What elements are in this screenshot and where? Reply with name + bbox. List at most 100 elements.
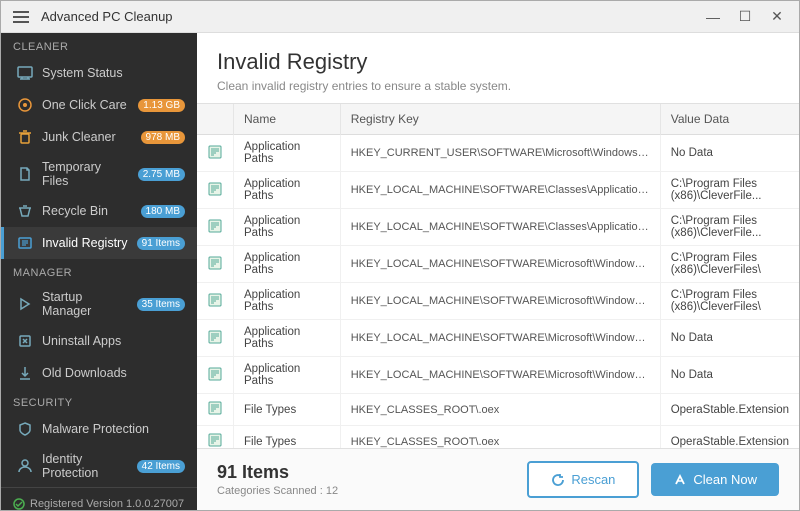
row-icon-cell	[197, 357, 234, 394]
row-name: Application Paths	[234, 357, 341, 394]
sidebar-item-one-click-care[interactable]: One Click Care 1.13 GB	[1, 89, 197, 121]
row-value: C:\Program Files (x86)\CleverFiles\	[660, 283, 799, 320]
sidebar-item-temporary-files[interactable]: Temporary Files 2.75 MB	[1, 153, 197, 195]
row-key: HKEY_LOCAL_MACHINE\SOFTWARE\Microsoft\Wi…	[340, 320, 660, 357]
row-key: HKEY_CLASSES_ROOT\.oex	[340, 394, 660, 426]
maximize-button[interactable]: ☐	[731, 7, 759, 27]
registry-table-body: Application PathsHKEY_CURRENT_USER\SOFTW…	[197, 135, 799, 449]
junk-icon	[16, 128, 34, 146]
registry-row-icon	[207, 329, 223, 345]
window-controls: — ☐ ✕	[699, 7, 791, 27]
table-row: Application PathsHKEY_LOCAL_MACHINE\SOFT…	[197, 357, 799, 394]
col-header-key: Registry Key	[340, 104, 660, 135]
close-button[interactable]: ✕	[763, 7, 791, 27]
minimize-button[interactable]: —	[699, 7, 727, 27]
table-row: Application PathsHKEY_LOCAL_MACHINE\SOFT…	[197, 209, 799, 246]
identity-icon	[16, 457, 34, 475]
row-key: HKEY_LOCAL_MACHINE\SOFTWARE\Classes\Appl…	[340, 209, 660, 246]
row-key: HKEY_LOCAL_MACHINE\SOFTWARE\Microsoft\Wi…	[340, 283, 660, 320]
rescan-button[interactable]: Rescan	[527, 461, 639, 498]
sidebar-item-old-downloads[interactable]: Old Downloads	[1, 357, 197, 389]
registry-row-icon	[207, 366, 223, 382]
row-name: File Types	[234, 394, 341, 426]
row-value: C:\Program Files (x86)\CleverFile...	[660, 172, 799, 209]
hamburger-menu[interactable]	[9, 7, 33, 27]
page-subtitle: Clean invalid registry entries to ensure…	[217, 79, 779, 93]
table-row: File TypesHKEY_CLASSES_ROOT\.oexOperaSta…	[197, 394, 799, 426]
row-name: Application Paths	[234, 209, 341, 246]
row-icon-cell	[197, 320, 234, 357]
sidebar-label-system-status: System Status	[42, 66, 185, 80]
sidebar-label-junk-cleaner: Junk Cleaner	[42, 130, 133, 144]
registry-row-icon	[207, 400, 223, 416]
footer-info: 91 Items Categories Scanned : 12	[217, 462, 338, 497]
table-row: Application PathsHKEY_LOCAL_MACHINE\SOFT…	[197, 320, 799, 357]
sidebar-label-malware-protection: Malware Protection	[42, 422, 185, 436]
content-header: Invalid Registry Clean invalid registry …	[197, 33, 799, 104]
col-header-value: Value Data	[660, 104, 799, 135]
row-value: No Data	[660, 320, 799, 357]
row-name: Application Paths	[234, 172, 341, 209]
sidebar-label-temporary-files: Temporary Files	[42, 160, 130, 188]
table-header-row: Name Registry Key Value Data	[197, 104, 799, 135]
row-value: No Data	[660, 135, 799, 172]
sidebar-item-uninstall-apps[interactable]: Uninstall Apps	[1, 325, 197, 357]
row-icon-cell	[197, 426, 234, 449]
row-icon-cell	[197, 283, 234, 320]
row-key: HKEY_CURRENT_USER\SOFTWARE\Microsoft\Win…	[340, 135, 660, 172]
security-section-label: Security	[1, 389, 197, 413]
sidebar-item-invalid-registry[interactable]: Invalid Registry 91 Items	[1, 227, 197, 259]
main-window: Advanced PC Cleanup — ☐ ✕ Cleaner	[0, 0, 800, 511]
sidebar-badge-invalid-registry: 91 Items	[137, 237, 185, 250]
titlebar-left: Advanced PC Cleanup	[9, 7, 173, 27]
row-name: Application Paths	[234, 283, 341, 320]
sidebar-label-invalid-registry: Invalid Registry	[42, 236, 129, 250]
sidebar-label-startup-manager: Startup Manager	[42, 290, 129, 318]
rescan-label: Rescan	[571, 472, 615, 487]
row-value: No Data	[660, 357, 799, 394]
row-icon-cell	[197, 246, 234, 283]
manager-section-label: Manager	[1, 259, 197, 283]
sidebar-item-identity-protection[interactable]: Identity Protection 42 Items	[1, 445, 197, 487]
col-header-name: Name	[234, 104, 341, 135]
download-icon	[16, 364, 34, 382]
page-title: Invalid Registry	[217, 49, 779, 75]
footer-actions: Rescan Clean Now	[527, 461, 779, 498]
registry-icon	[16, 234, 34, 252]
sidebar-label-one-click-care: One Click Care	[42, 98, 130, 112]
sidebar-badge-startup-manager: 35 Items	[137, 298, 185, 311]
registry-row-icon	[207, 181, 223, 197]
row-value: C:\Program Files (x86)\CleverFile...	[660, 209, 799, 246]
categories-scanned: Categories Scanned : 12	[217, 485, 338, 497]
sidebar-item-system-status[interactable]: System Status	[1, 57, 197, 89]
row-key: HKEY_LOCAL_MACHINE\SOFTWARE\Microsoft\Wi…	[340, 357, 660, 394]
sidebar-item-recycle-bin[interactable]: Recycle Bin 180 MB	[1, 195, 197, 227]
items-count: 91 Items	[217, 462, 338, 483]
content-area: Invalid Registry Clean invalid registry …	[197, 33, 799, 510]
clean-label: Clean Now	[693, 472, 757, 487]
click-icon	[16, 96, 34, 114]
shield-icon	[16, 420, 34, 438]
startup-icon	[16, 295, 34, 313]
content-footer: 91 Items Categories Scanned : 12 Rescan	[197, 448, 799, 510]
sidebar-label-uninstall-apps: Uninstall Apps	[42, 334, 185, 348]
titlebar: Advanced PC Cleanup — ☐ ✕	[1, 1, 799, 33]
sidebar-item-startup-manager[interactable]: Startup Manager 35 Items	[1, 283, 197, 325]
row-value: C:\Program Files (x86)\CleverFiles\	[660, 246, 799, 283]
table-row: Application PathsHKEY_LOCAL_MACHINE\SOFT…	[197, 172, 799, 209]
registry-row-icon	[207, 218, 223, 234]
main-content: Cleaner System Status	[1, 33, 799, 510]
version-text: Registered Version 1.0.0.27007	[30, 498, 184, 510]
sidebar-item-junk-cleaner[interactable]: Junk Cleaner 978 MB	[1, 121, 197, 153]
row-key: HKEY_LOCAL_MACHINE\SOFTWARE\Classes\Appl…	[340, 172, 660, 209]
rescan-icon	[551, 473, 565, 487]
sidebar-footer: Registered Version 1.0.0.27007 Check for…	[1, 487, 197, 510]
sidebar-item-malware-protection[interactable]: Malware Protection	[1, 413, 197, 445]
clean-now-button[interactable]: Clean Now	[651, 463, 779, 496]
table-row: Application PathsHKEY_LOCAL_MACHINE\SOFT…	[197, 246, 799, 283]
row-icon-cell	[197, 135, 234, 172]
table-row: Application PathsHKEY_CURRENT_USER\SOFTW…	[197, 135, 799, 172]
sidebar-badge-temporary-files: 2.75 MB	[138, 168, 185, 181]
sidebar-badge-identity-protection: 42 Items	[137, 460, 185, 473]
registry-row-icon	[207, 144, 223, 160]
